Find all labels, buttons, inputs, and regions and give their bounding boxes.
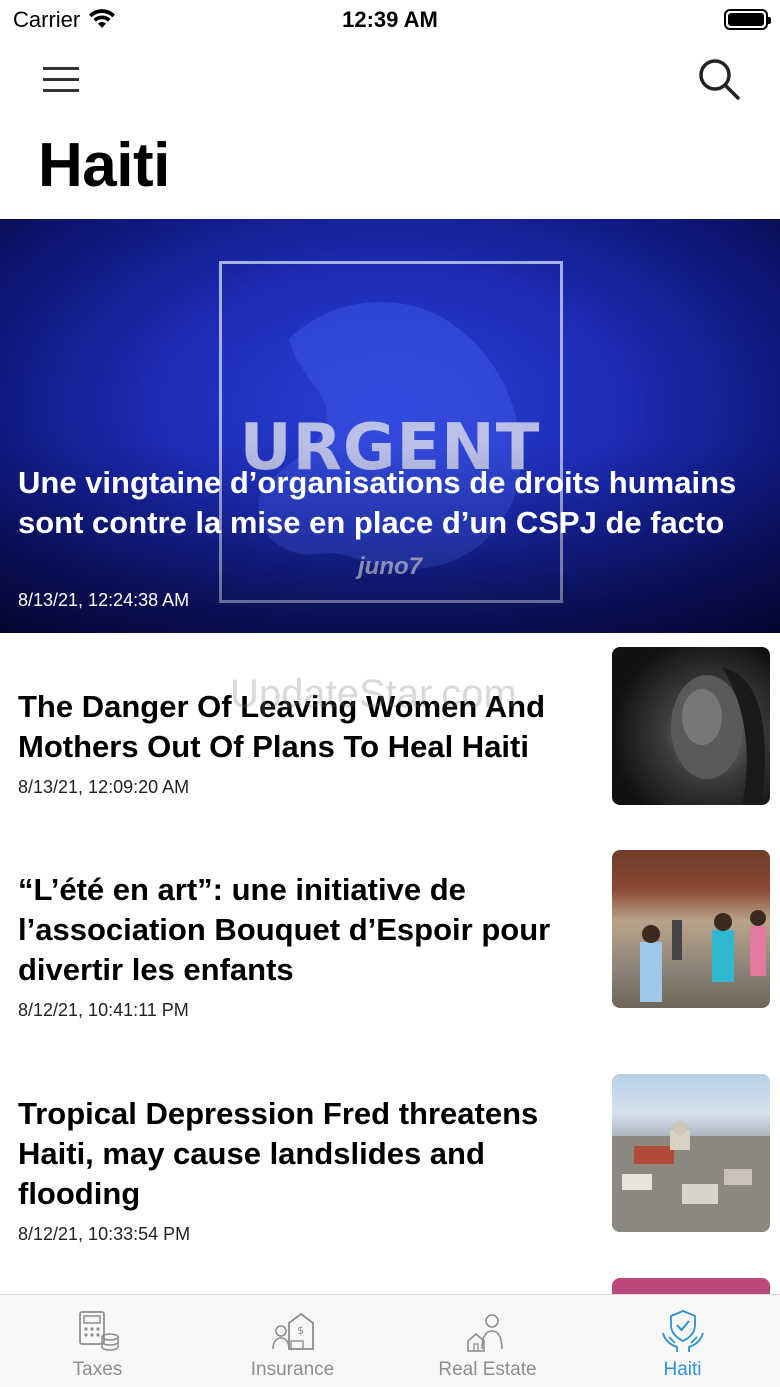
list-item[interactable]: “L’été en art”: une initiative de l’asso… xyxy=(0,836,780,1060)
status-time: 12:39 AM xyxy=(342,7,438,32)
article-thumbnail xyxy=(612,850,770,1008)
article-date: 8/12/21, 10:33:54 PM xyxy=(18,1224,191,1244)
insurance-agent-icon: $ xyxy=(271,1312,314,1350)
portrait-image xyxy=(671,667,765,805)
tab-taxes[interactable]: Taxes xyxy=(0,1295,195,1387)
svg-text:$: $ xyxy=(297,1324,304,1337)
calculator-coins-icon xyxy=(78,1311,119,1351)
city-photo xyxy=(612,1121,770,1232)
tab-label: Insurance xyxy=(250,1359,335,1380)
article-headline: The Danger Of Leaving Women And Mothers … xyxy=(18,689,546,764)
search-icon xyxy=(699,59,740,100)
list-item[interactable]: Tropical Depression Fred threatens Haiti… xyxy=(0,1060,780,1284)
article-date: 8/12/21, 10:41:11 PM xyxy=(18,1000,189,1020)
tab-haiti[interactable]: Haiti xyxy=(585,1295,780,1387)
tab-label: Real Estate xyxy=(438,1359,537,1380)
list-item[interactable]: The Danger Of Leaving Women And Mothers … xyxy=(0,633,780,836)
menu-button[interactable] xyxy=(38,58,84,102)
list-item[interactable] xyxy=(0,1264,780,1294)
article-thumbnail xyxy=(612,1278,770,1294)
shield-hands-icon xyxy=(661,1310,704,1352)
tab-label: Haiti xyxy=(663,1359,702,1380)
article-date: 8/13/21, 12:09:20 AM xyxy=(18,777,190,797)
hamburger-menu-icon xyxy=(43,67,79,92)
article-thumbnail xyxy=(612,1074,770,1232)
tab-real-estate[interactable]: Real Estate xyxy=(390,1295,585,1387)
hero-headline: Une vingtaine d’organisations de droits … xyxy=(18,465,737,540)
tab-bar: Taxes $ Insurance Real Estate Haiti xyxy=(0,1294,780,1387)
article-thumbnail xyxy=(612,647,770,805)
article-headline: Tropical Depression Fred threatens Haiti… xyxy=(18,1096,539,1211)
hero-article[interactable]: URGENT juno7 Une vingtaine d’organisatio… xyxy=(0,219,780,633)
children-photo xyxy=(640,910,766,1002)
carrier-label: Carrier xyxy=(13,7,81,32)
carrier-indicator: Carrier xyxy=(13,7,116,33)
tab-insurance[interactable]: $ Insurance xyxy=(195,1295,390,1387)
wifi-icon xyxy=(89,9,116,28)
battery-icon xyxy=(724,9,771,30)
search-button[interactable] xyxy=(696,56,742,102)
tab-label: Taxes xyxy=(72,1359,123,1380)
real-estate-agent-icon xyxy=(466,1314,503,1352)
hero-date: 8/13/21, 12:24:38 AM xyxy=(18,590,190,610)
article-headline: “L’été en art”: une initiative de l’asso… xyxy=(18,872,551,987)
page-title: Haiti xyxy=(38,131,170,200)
status-bar: Carrier 12:39 AM xyxy=(0,0,780,40)
